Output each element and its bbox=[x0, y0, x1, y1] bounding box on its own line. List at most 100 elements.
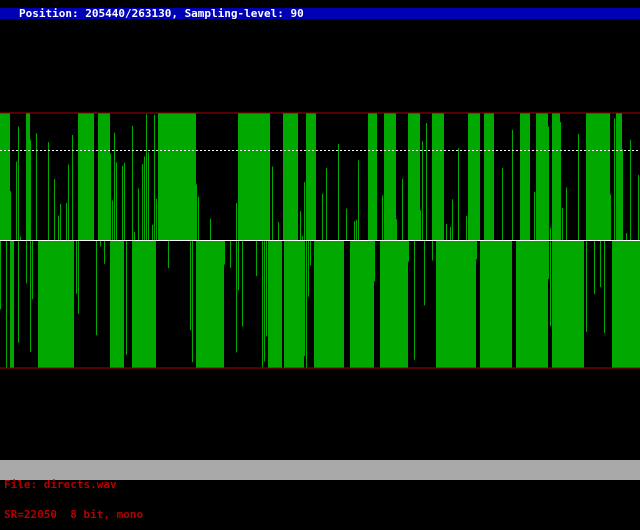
waveform-spike bbox=[76, 240, 77, 294]
waveform-spike bbox=[622, 149, 623, 240]
waveform-spike bbox=[262, 156, 263, 240]
waveform-spike bbox=[210, 240, 211, 279]
waveform-spike bbox=[48, 142, 49, 240]
waveform-spike bbox=[638, 240, 639, 336]
waveform-spike bbox=[132, 240, 133, 252]
waveform-spike bbox=[306, 197, 307, 240]
waveform-spike bbox=[354, 221, 355, 240]
waveform-spike bbox=[600, 201, 601, 240]
waveform-spike bbox=[390, 162, 391, 240]
waveform-spike bbox=[268, 235, 269, 240]
waveform-spike bbox=[206, 240, 207, 313]
waveform-spike bbox=[154, 115, 155, 240]
waveform-spike bbox=[558, 233, 559, 240]
waveform-spike bbox=[18, 127, 19, 240]
waveform-spike bbox=[266, 240, 267, 336]
waveform-spike bbox=[300, 240, 301, 254]
waveform-spike bbox=[284, 240, 285, 299]
waveform-upper-block bbox=[78, 113, 94, 240]
waveform-spike bbox=[152, 225, 153, 240]
file-info-bar: File: directs.wav SR=22050 8 bit, mono bbox=[0, 460, 640, 480]
waveform-spike bbox=[306, 240, 307, 367]
waveform-display[interactable] bbox=[0, 0, 640, 480]
waveform-spike bbox=[338, 144, 339, 240]
waveform-spike bbox=[434, 188, 435, 240]
waveform-spike bbox=[396, 240, 397, 249]
waveform-spike bbox=[154, 240, 155, 260]
waveform-spike bbox=[176, 158, 177, 240]
waveform-spike bbox=[500, 240, 501, 316]
waveform-spike bbox=[356, 220, 357, 240]
waveform-upper-block bbox=[368, 113, 377, 240]
waveform-spike bbox=[402, 179, 403, 240]
waveform-spike bbox=[484, 240, 485, 285]
waveform-spike bbox=[242, 214, 243, 240]
waveform-spike bbox=[210, 219, 211, 240]
waveform-spike bbox=[528, 240, 529, 344]
waveform-lower-block bbox=[110, 240, 124, 368]
waveform-spike bbox=[586, 230, 587, 240]
waveform-spike bbox=[294, 223, 295, 240]
waveform-spike bbox=[18, 240, 19, 343]
waveform-spike bbox=[544, 226, 545, 240]
waveform-spike bbox=[224, 240, 225, 265]
waveform-spike bbox=[414, 240, 415, 360]
waveform-spike bbox=[540, 218, 541, 240]
waveform-spike bbox=[8, 215, 9, 240]
waveform-upper-block bbox=[408, 113, 420, 240]
waveform-spike bbox=[426, 123, 427, 240]
waveform-spike bbox=[284, 118, 285, 240]
waveform-spike bbox=[194, 132, 195, 240]
waveform-spike bbox=[274, 240, 275, 303]
waveform-spike bbox=[48, 240, 49, 255]
waveform-spike bbox=[42, 240, 43, 251]
waveform-spike bbox=[444, 240, 445, 311]
waveform-spike bbox=[72, 240, 73, 268]
waveform-spike bbox=[110, 240, 111, 345]
waveform-spike bbox=[370, 119, 371, 240]
waveform-spike bbox=[432, 240, 433, 261]
waveform-spike bbox=[122, 166, 123, 240]
waveform-spike bbox=[32, 240, 33, 299]
waveform-spike bbox=[310, 240, 311, 266]
waveform-spike bbox=[262, 240, 263, 367]
waveform-spike bbox=[46, 240, 47, 298]
waveform-spike bbox=[196, 184, 197, 240]
waveform-spike bbox=[168, 226, 169, 240]
waveform-spike bbox=[342, 240, 343, 353]
waveform-spike bbox=[610, 194, 611, 240]
waveform-spike bbox=[562, 208, 563, 240]
waveform-spike bbox=[146, 240, 147, 273]
waveform-spike bbox=[476, 240, 477, 259]
waveform-spike bbox=[422, 141, 423, 240]
waveform-spike bbox=[466, 216, 467, 240]
waveform-spike bbox=[336, 240, 337, 256]
waveform-spike bbox=[528, 120, 529, 240]
waveform-spike bbox=[396, 219, 397, 240]
waveform-spike bbox=[28, 156, 29, 240]
waveform-spike bbox=[58, 216, 59, 240]
waveform-spike bbox=[288, 240, 289, 362]
waveform-spike bbox=[16, 161, 17, 240]
waveform-spike bbox=[368, 240, 369, 290]
waveform-spike bbox=[60, 204, 61, 240]
waveform-spike bbox=[20, 237, 21, 240]
waveform-upper-block bbox=[586, 113, 610, 240]
waveform-spike bbox=[10, 191, 11, 240]
waveform-spike bbox=[138, 188, 139, 240]
waveform-upper-block bbox=[616, 113, 622, 240]
waveform-spike bbox=[276, 240, 277, 325]
waveform-spike bbox=[140, 240, 141, 268]
waveform-spike bbox=[466, 240, 467, 253]
waveform-spike bbox=[594, 240, 595, 294]
waveform-spike bbox=[574, 240, 575, 277]
waveform-spike bbox=[546, 240, 547, 283]
waveform-spike bbox=[558, 240, 559, 281]
waveform-spike bbox=[324, 240, 325, 261]
waveform-spike bbox=[620, 240, 621, 320]
waveform-spike bbox=[450, 227, 451, 240]
waveform-spike bbox=[392, 178, 393, 240]
waveform-lower-block bbox=[380, 240, 408, 368]
waveform-spike bbox=[278, 240, 279, 348]
waveform-spike bbox=[104, 170, 105, 240]
